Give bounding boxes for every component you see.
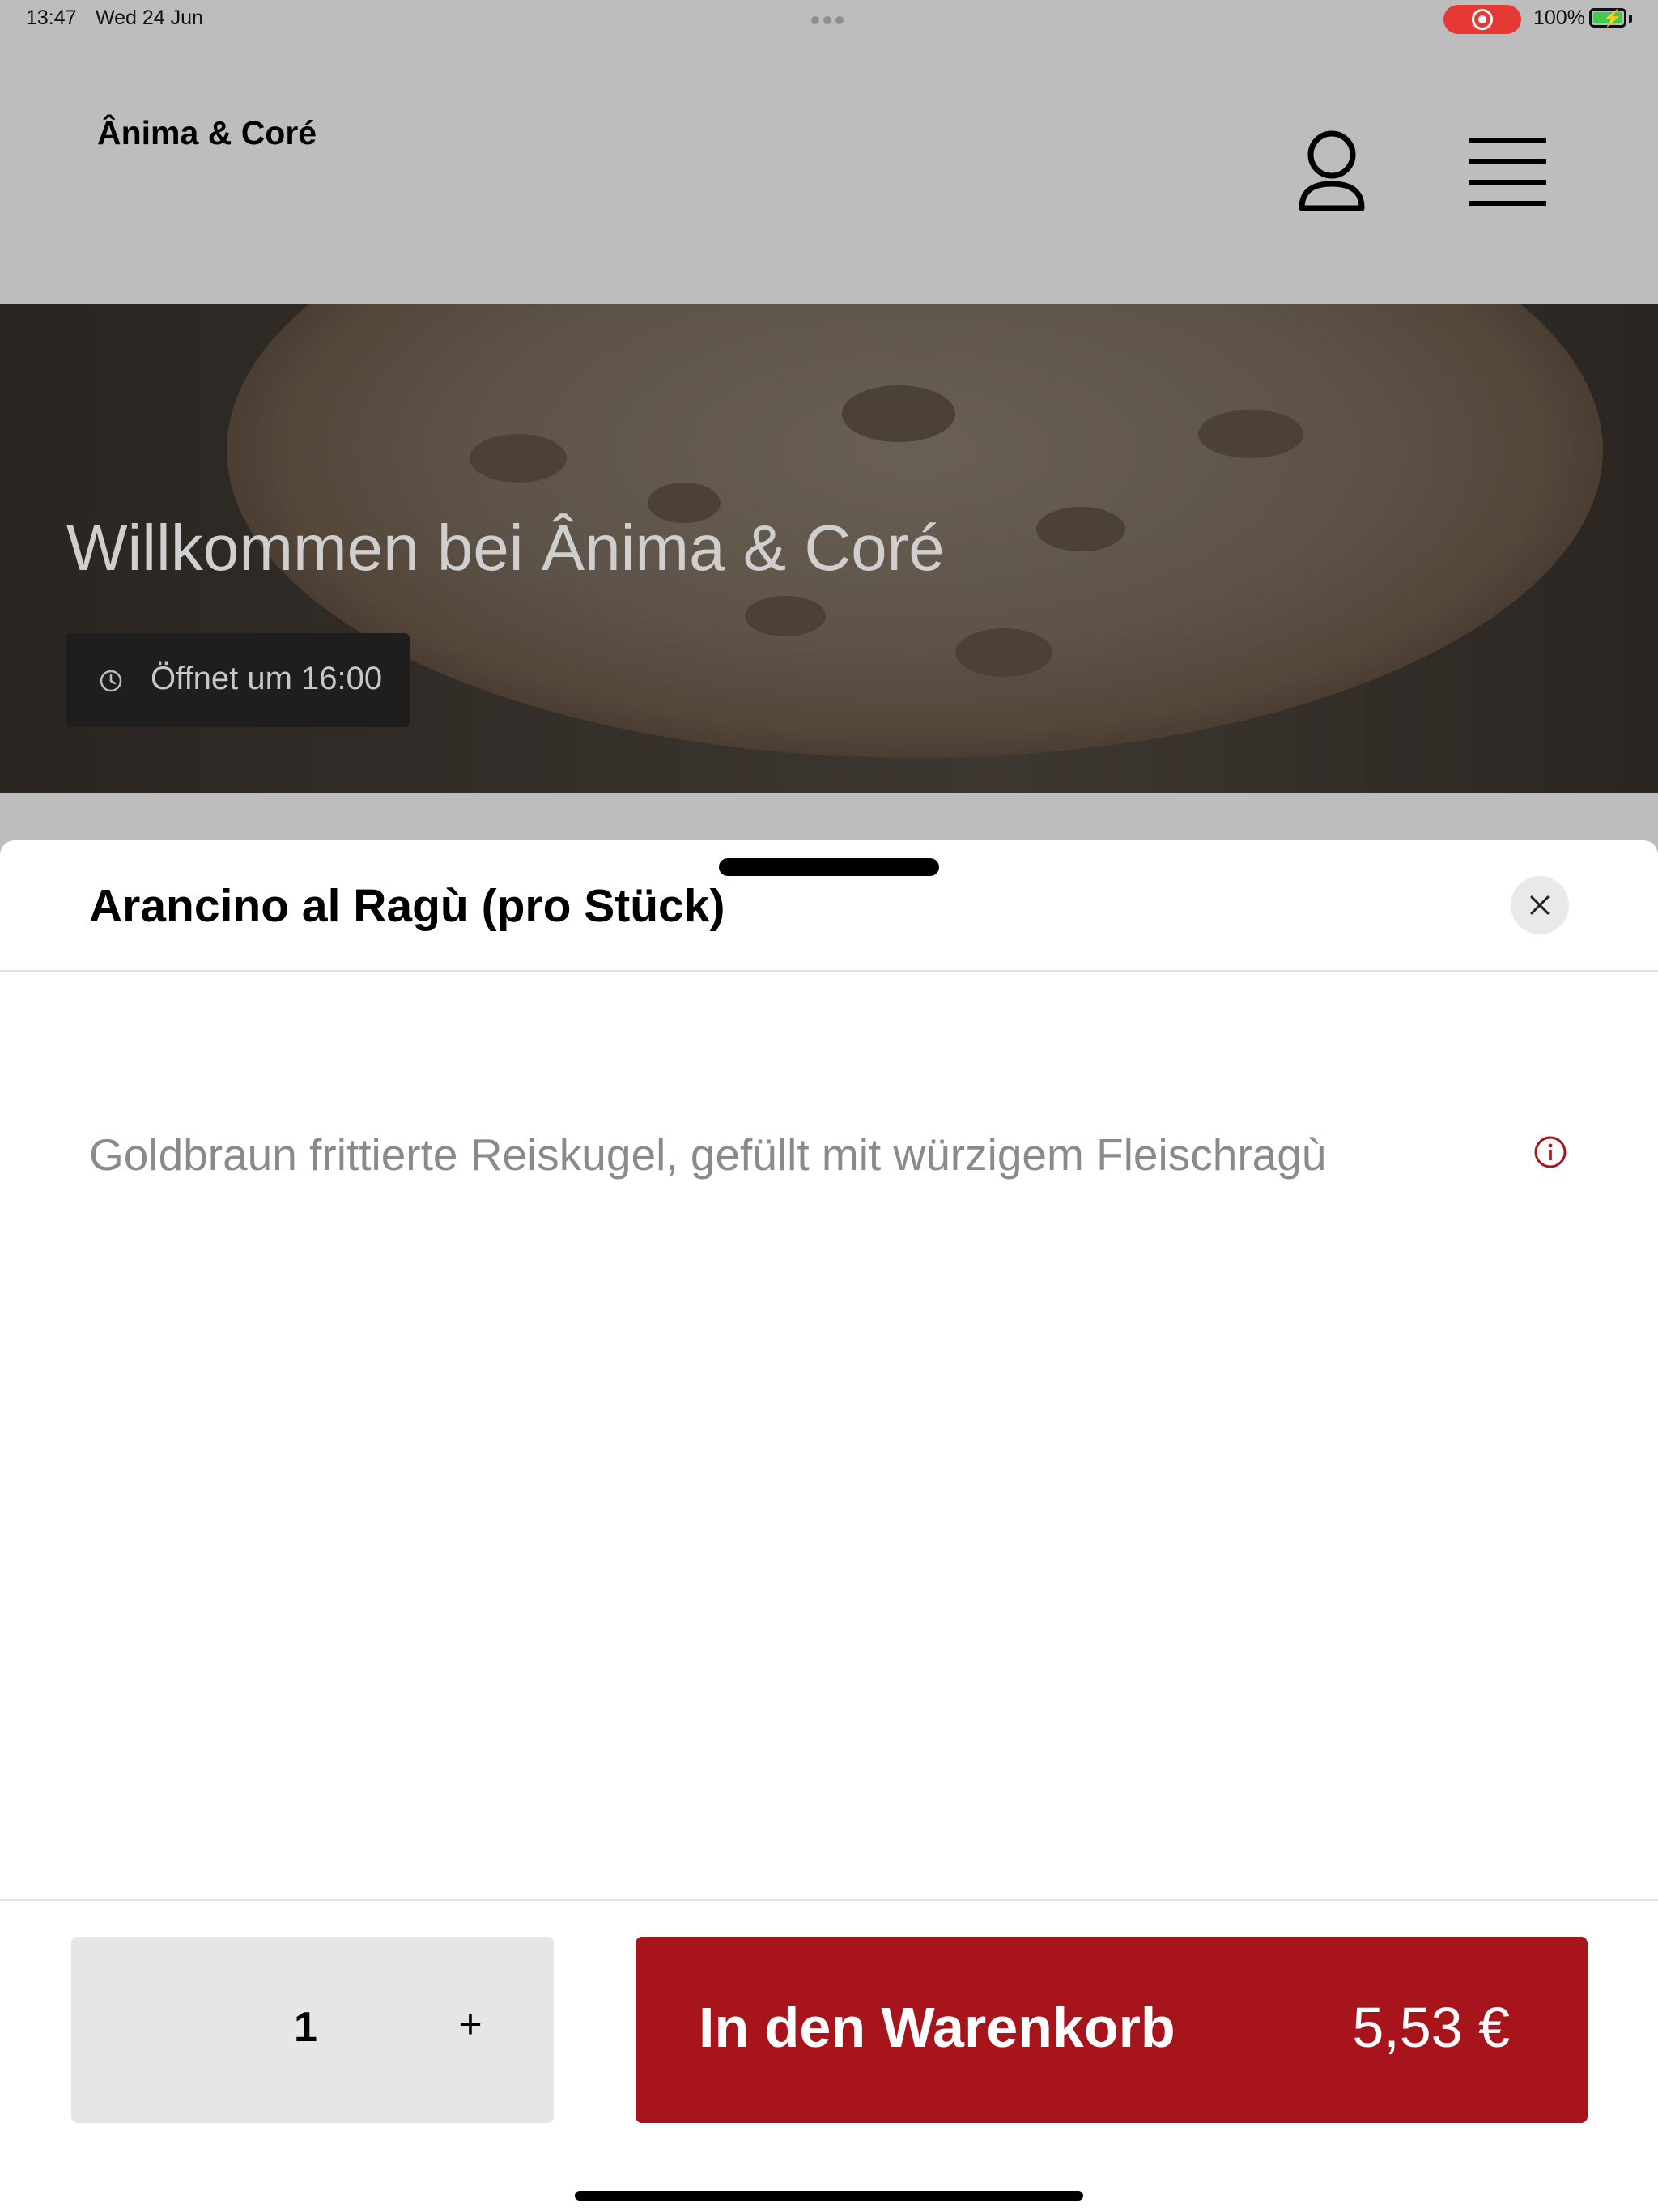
footer-divider bbox=[0, 1899, 1658, 1901]
sheet-grabber-handle[interactable] bbox=[719, 858, 939, 876]
battery-icon: ⚡ bbox=[1589, 8, 1626, 28]
clock-icon bbox=[100, 670, 122, 692]
brand-logo-text[interactable]: Ânima & Coré bbox=[97, 114, 317, 152]
home-indicator[interactable] bbox=[575, 2191, 1083, 2201]
product-title: Arancino al Ragù (pro Stück) bbox=[89, 880, 725, 932]
info-icon[interactable] bbox=[1533, 1135, 1567, 1169]
opening-hours-badge: Öffnet um 16:00 bbox=[66, 633, 410, 727]
app-header bbox=[0, 37, 1658, 304]
close-button[interactable] bbox=[1511, 876, 1569, 934]
hero-title: Willkommen bei Ânima & Coré bbox=[66, 512, 945, 584]
battery-percent: 100% bbox=[1533, 6, 1585, 29]
product-description: Goldbraun frittierte Reiskugel, gefüllt … bbox=[89, 1129, 1327, 1180]
multitasking-dots-icon[interactable] bbox=[811, 14, 848, 24]
add-to-cart-label: In den Warenkorb bbox=[699, 1996, 1175, 2059]
screen-recording-icon[interactable] bbox=[1443, 5, 1521, 34]
quantity-stepper: 1 + bbox=[71, 1937, 554, 2123]
status-date: Wed 24 Jun bbox=[96, 6, 203, 29]
price-label: 5,53 € bbox=[1352, 1996, 1510, 2059]
status-time: 13:47 bbox=[26, 6, 77, 29]
status-bar: 13:47 Wed 24 Jun 100% ⚡ bbox=[0, 0, 1658, 37]
product-detail-sheet: Arancino al Ragù (pro Stück) Goldbraun f… bbox=[0, 840, 1658, 2212]
quantity-value: 1 bbox=[294, 2004, 317, 2051]
user-icon[interactable] bbox=[1295, 127, 1368, 216]
close-icon bbox=[1530, 895, 1550, 915]
hamburger-menu-icon[interactable] bbox=[1467, 136, 1548, 207]
add-to-cart-button[interactable]: In den Warenkorb 5,53 € bbox=[636, 1937, 1588, 2123]
battery-tip bbox=[1629, 15, 1632, 23]
increase-quantity-button[interactable]: + bbox=[448, 2001, 493, 2047]
hero-banner: Willkommen bei Ânima & Coré Öffnet um 16… bbox=[0, 304, 1658, 793]
opening-hours-text: Öffnet um 16:00 bbox=[151, 661, 383, 696]
sheet-header-divider bbox=[0, 970, 1658, 972]
